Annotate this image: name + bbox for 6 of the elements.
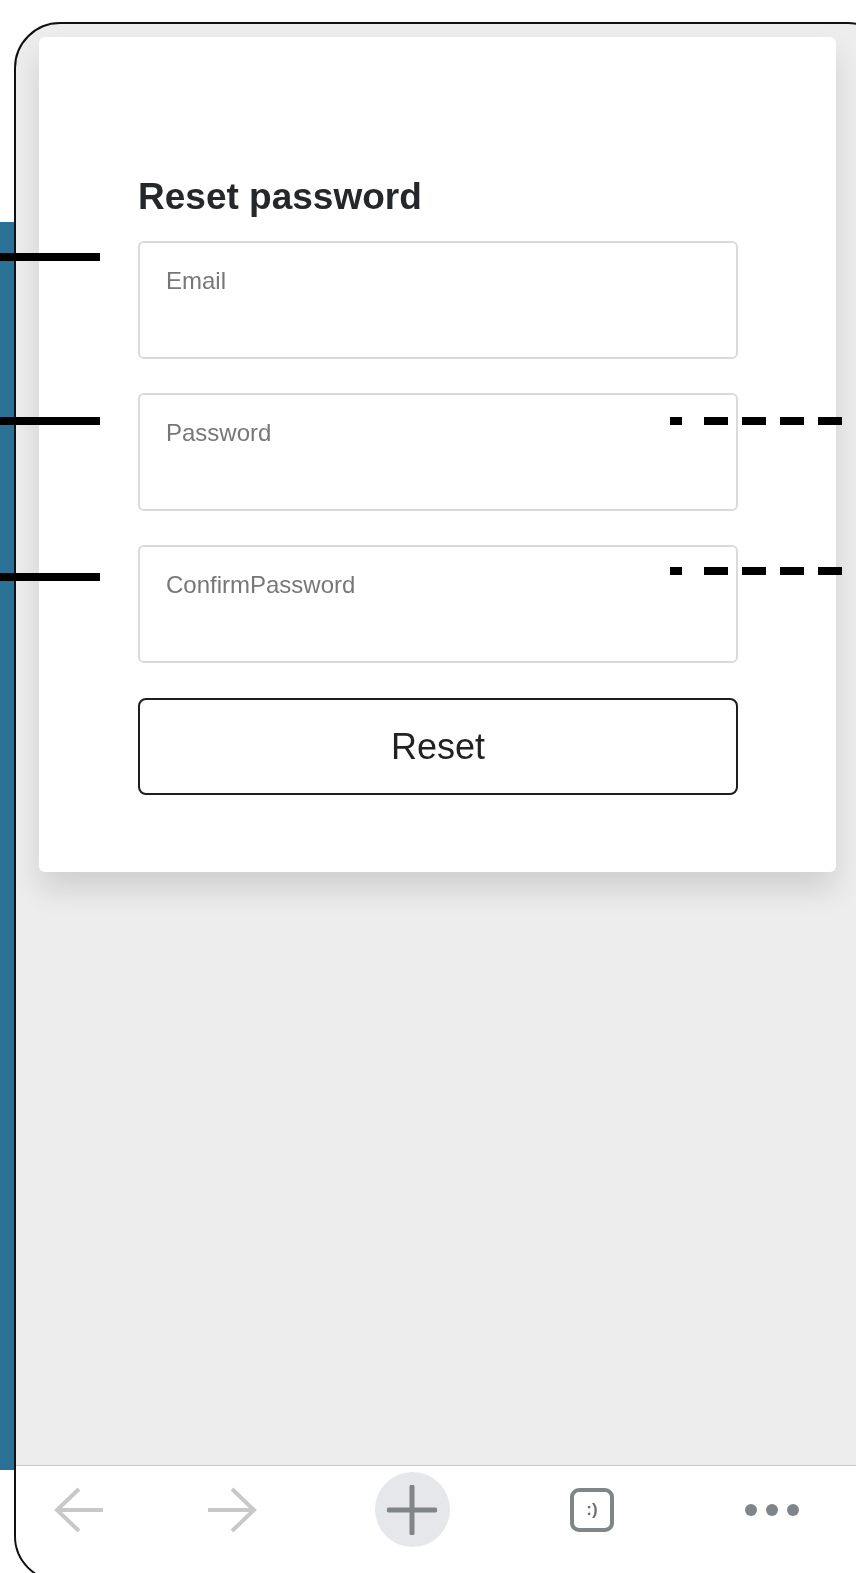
input-field[interactable]: ConfirmPassword xyxy=(138,545,738,663)
input-field[interactable]: Password xyxy=(138,393,738,511)
input-field[interactable]: Email xyxy=(138,241,738,359)
tabs-button[interactable]: :) xyxy=(570,1488,614,1532)
reset-button[interactable]: Reset xyxy=(138,698,738,795)
form-title: Reset password xyxy=(138,175,423,219)
